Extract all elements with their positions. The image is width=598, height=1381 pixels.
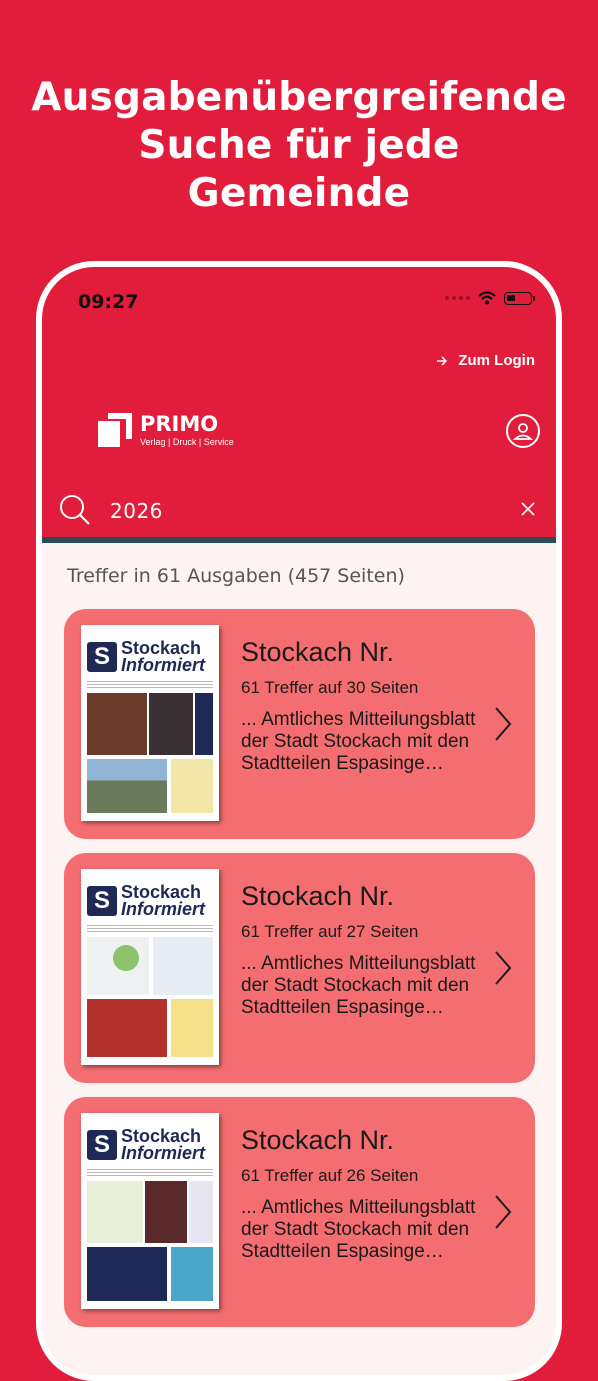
result-hits: 61 Treffer auf 30 Seiten [241, 678, 419, 697]
login-label: Zum Login [458, 352, 535, 369]
user-icon [512, 423, 534, 440]
signal-icon [445, 296, 470, 300]
logo-tagline: Verlag | Druck | Service [140, 437, 234, 447]
status-icons [445, 291, 535, 305]
issue-thumbnail: S Stockach Informiert [81, 1113, 219, 1309]
battery-icon [504, 291, 535, 305]
issue-thumbnail: S Stockach Informiert [81, 625, 219, 821]
status-time: 09:27 [78, 291, 139, 313]
phone-frame: 09:27 Zum Login PRIMO Verlag | Druck | S… [36, 261, 562, 1381]
profile-button[interactable] [506, 414, 540, 448]
promo-headline: Ausgabenübergreifende Suche für jede Gem… [0, 74, 598, 218]
primo-logo: PRIMO Verlag | Druck | Service [98, 413, 234, 447]
close-icon[interactable] [520, 501, 536, 517]
result-title: Stockach Nr. [241, 1125, 395, 1155]
chevron-right-icon [495, 951, 512, 985]
thumbnail-logo: S [87, 642, 117, 672]
search-bar [42, 489, 556, 535]
result-snippet: ... Amtliches Mitteilungsblatt der Stadt… [241, 709, 476, 774]
thumbnail-title-2: Informiert [121, 655, 206, 675]
issue-thumbnail: S Stockach Informiert [81, 869, 219, 1065]
result-card[interactable]: S Stockach Informiert Stockach Nr. 61 Tre… [64, 609, 535, 839]
thumbnail-logo: S [87, 1130, 117, 1160]
chevron-right-icon [495, 707, 512, 741]
result-title: Stockach Nr. [241, 637, 395, 667]
headline-line-3: Gemeinde [187, 171, 411, 216]
wifi-icon [478, 291, 496, 305]
chevron-right-icon [495, 1195, 512, 1229]
login-link[interactable]: Zum Login [436, 352, 535, 369]
result-hits: 61 Treffer auf 27 Seiten [241, 922, 419, 941]
logo-brand: PRIMO [140, 412, 219, 436]
result-title: Stockach Nr. [241, 881, 395, 911]
result-hits: 61 Treffer auf 26 Seiten [241, 1166, 419, 1185]
result-card[interactable]: S Stockach Informiert Stockach Nr. 61 Tre… [64, 1097, 535, 1327]
thumbnail-logo: S [87, 886, 117, 916]
headline-line-1: Ausgabenübergreifende [31, 75, 567, 120]
app-header: 09:27 Zum Login PRIMO Verlag | Druck | S… [42, 267, 556, 543]
header-divider [42, 537, 556, 543]
headline-line-2: Suche für jede [138, 123, 460, 168]
results-summary: Treffer in 61 Ausgaben (457 Seiten) [67, 565, 405, 587]
logo-mark-icon [98, 413, 132, 447]
arrow-right-icon [437, 355, 448, 366]
result-snippet: ... Amtliches Mitteilungsblatt der Stadt… [241, 1197, 476, 1262]
result-card[interactable]: S Stockach Informiert Stockach Nr. 61 Tre… [64, 853, 535, 1083]
result-snippet: ... Amtliches Mitteilungsblatt der Stadt… [241, 953, 476, 1018]
search-icon[interactable] [58, 493, 92, 527]
thumbnail-title-2: Informiert [121, 1143, 206, 1163]
thumbnail-title-2: Informiert [121, 899, 206, 919]
search-input[interactable] [108, 495, 452, 527]
